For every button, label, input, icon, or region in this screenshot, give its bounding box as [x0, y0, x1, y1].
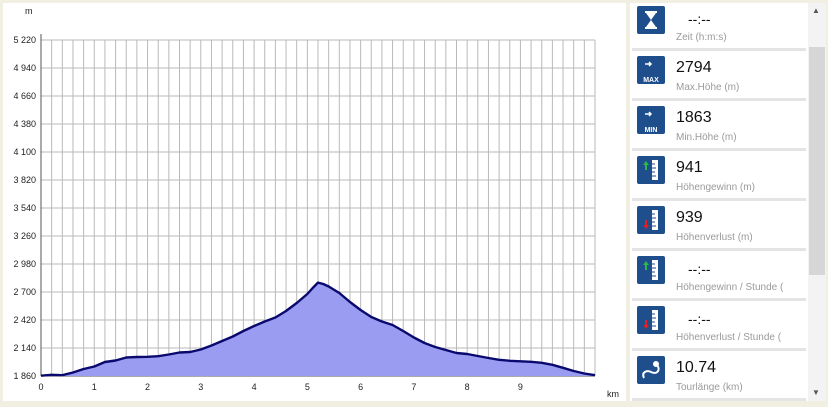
stat-value: --:-- — [688, 311, 711, 327]
stat-value: --:-- — [688, 11, 711, 27]
stat-label: Höhengewinn (m) — [676, 182, 755, 193]
elevation-loss-icon — [637, 206, 665, 234]
stat-value: 939 — [676, 209, 703, 226]
scroll-up-icon[interactable]: ▲ — [812, 7, 820, 15]
stat-item[interactable]: 941 Höhengewinn (m) — [632, 153, 806, 201]
stat-item[interactable]: --:-- Höhengewinn / Stunde ( — [632, 253, 806, 301]
scrollbar[interactable]: ▲ ▼ — [808, 3, 826, 401]
svg-text:MAX: MAX — [643, 77, 659, 84]
tour-length-icon — [637, 356, 665, 384]
y-tick-label: 4 940 — [13, 63, 36, 73]
stat-value: 10.74 — [676, 359, 717, 376]
y-tick-label: 3 540 — [13, 203, 36, 213]
y-tick-label: 5 220 — [13, 35, 36, 45]
stat-value: --:-- — [688, 261, 711, 277]
x-tick-label: 9 — [518, 382, 523, 392]
x-tick-label: 3 — [198, 382, 203, 392]
x-tick-label: 6 — [358, 382, 363, 392]
y-tick-label: 1 860 — [13, 371, 36, 381]
y-tick-label: 3 260 — [13, 231, 36, 241]
stat-label: Höhenverlust / Stunde ( — [676, 332, 782, 343]
stat-item[interactable]: --:-- Zeit (h:m:s) — [632, 3, 806, 51]
gain-per-hour-icon — [637, 256, 665, 284]
stat-label: Min.Höhe (m) — [676, 132, 737, 143]
elevation-chart: 5 2204 9404 6604 3804 1003 8203 5403 260… — [13, 6, 619, 399]
stat-item[interactable]: MAX 2794 Max.Höhe (m) — [632, 53, 806, 101]
y-tick-label: 2 980 — [13, 259, 36, 269]
x-tick-label: 0 — [38, 382, 43, 392]
y-tick-label: 2 700 — [13, 287, 36, 297]
x-tick-label: 1 — [92, 382, 97, 392]
x-axis-unit: km — [607, 389, 619, 399]
stat-item[interactable]: 939 Höhenverlust (m) — [632, 203, 806, 251]
scroll-down-icon[interactable]: ▼ — [812, 389, 820, 397]
stat-value: 941 — [676, 159, 703, 176]
stat-label: Höhengewinn / Stunde ( — [676, 282, 784, 293]
stat-label: Zeit (h:m:s) — [676, 32, 727, 43]
stat-value: 2794 — [676, 59, 712, 76]
x-tick-label: 8 — [465, 382, 470, 392]
x-tick-label: 7 — [411, 382, 416, 392]
stat-label: Höhenverlust (m) — [676, 232, 753, 243]
y-tick-label: 4 380 — [13, 119, 36, 129]
stats-panel: --:-- Zeit (h:m:s) MAX 2794 Max.Höhe (m) MIN 1… — [630, 3, 826, 401]
y-tick-label: 4 660 — [13, 91, 36, 101]
elevation-gain-icon — [637, 156, 665, 184]
x-tick-label: 4 — [252, 382, 257, 392]
x-tick-label: 5 — [305, 382, 310, 392]
y-tick-label: 3 820 — [13, 175, 36, 185]
hourglass-icon — [637, 6, 665, 34]
elevation-chart-panel: 5 220 4 940 4 660 4 380 4 100 3 820 3 540 3 260… — [3, 3, 626, 401]
max-height-icon: MAX — [637, 56, 665, 84]
y-tick-label: 2 420 — [13, 315, 36, 325]
stat-item[interactable]: --:-- Höhenverlust / Stunde ( — [632, 303, 806, 351]
stat-label: Tourlänge (km) — [676, 382, 743, 393]
y-tick-label: 4 100 — [13, 147, 36, 157]
loss-per-hour-icon — [637, 306, 665, 334]
scroll-thumb[interactable] — [809, 47, 825, 275]
stat-value: 1863 — [676, 109, 712, 126]
stat-label: Max.Höhe (m) — [676, 82, 740, 93]
y-tick-label: 2 140 — [13, 343, 36, 353]
svg-text:MIN: MIN — [645, 127, 658, 134]
min-height-icon: MIN — [637, 106, 665, 134]
stat-item[interactable]: 10.74 Tourlänge (km) — [632, 353, 806, 401]
x-tick-label: 2 — [145, 382, 150, 392]
stat-item[interactable]: MIN 1863 Min.Höhe (m) — [632, 103, 806, 151]
y-axis-unit: m — [25, 6, 33, 16]
